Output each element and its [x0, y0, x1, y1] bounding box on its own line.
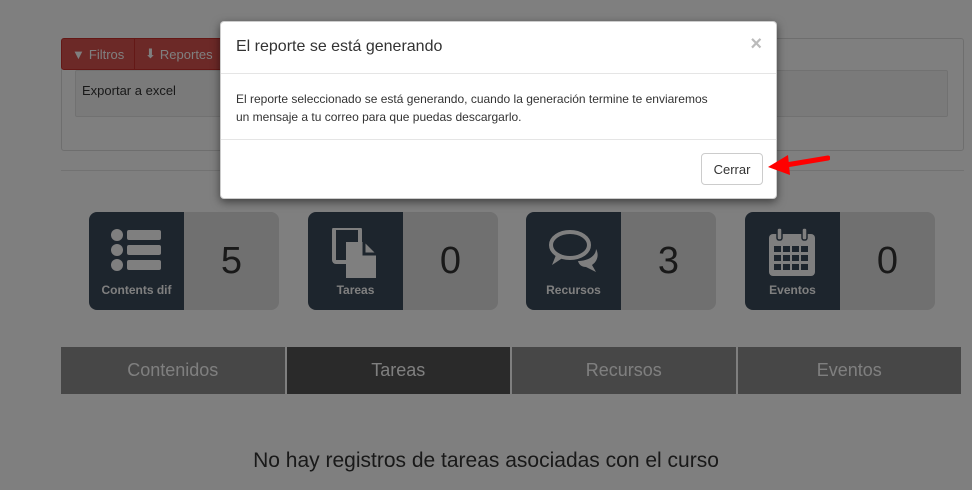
- modal-body: El reporte seleccionado se está generand…: [221, 74, 776, 140]
- close-icon[interactable]: ×: [750, 34, 762, 54]
- modal-title: El reporte se está generando: [236, 38, 443, 55]
- close-button[interactable]: Cerrar: [701, 153, 763, 185]
- modal-message-line-1: El reporte seleccionado se está generand…: [236, 92, 708, 106]
- report-modal: El reporte se está generando × El report…: [220, 21, 777, 199]
- modal-footer: Cerrar: [221, 140, 776, 198]
- red-arrow-annotation: [768, 155, 830, 175]
- modal-header: El reporte se está generando ×: [221, 22, 776, 74]
- modal-message-line-2: un mensaje a tu correo para que puedas d…: [236, 110, 522, 124]
